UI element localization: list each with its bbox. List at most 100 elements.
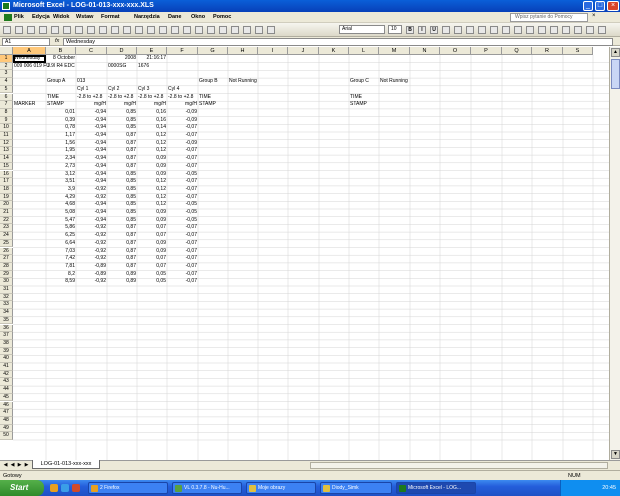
hyperlink-icon[interactable] [183,26,191,34]
column-header-R[interactable]: R [532,47,563,55]
cell-B23[interactable]: 5,86 [46,224,76,232]
cell-B24[interactable]: 6,25 [46,232,76,240]
name-box[interactable]: A1 [2,38,50,46]
align-right-icon[interactable] [466,26,474,34]
cell-F23[interactable]: -0,07 [167,224,198,232]
cell-D15[interactable]: 0,87 [107,163,137,171]
cell-B28[interactable]: 7,81 [46,263,76,271]
font-select[interactable]: Arial [339,25,385,34]
row-header-24[interactable]: 24 [0,232,13,240]
cell-E27[interactable]: 0,07 [137,255,167,263]
cell-E28[interactable]: 0,07 [137,263,167,271]
cell-E12[interactable]: 0,12 [137,140,167,148]
cell-D24[interactable]: 0,87 [107,232,137,240]
row-header-3[interactable]: 3 [0,70,13,79]
cell-E30[interactable]: 0,05 [137,278,167,286]
media-icon[interactable] [72,484,80,492]
cell-F10[interactable]: -0,07 [167,124,198,132]
row-header-38[interactable]: 38 [0,339,13,348]
cell-C18[interactable]: -0,92 [76,186,107,194]
row-header-42[interactable]: 42 [0,370,13,379]
cell-F24[interactable]: -0,07 [167,232,198,240]
scroll-thumb[interactable] [611,59,620,89]
cell-D6[interactable]: -2.8 to +2.8 [107,94,137,102]
row-header-4[interactable]: 4 [0,78,13,86]
research-icon[interactable] [99,26,107,34]
cell-F13[interactable]: -0,07 [167,147,198,155]
cell-E6[interactable]: -2.8 to +2.8 [137,94,167,102]
undo-icon[interactable] [159,26,167,34]
start-button[interactable]: Start [0,480,44,496]
cell-B16[interactable]: 3,12 [46,171,76,179]
close-button[interactable]: × [607,1,619,11]
cell-D7[interactable]: mg/H [107,101,137,109]
cell-M4[interactable]: Not Running [379,78,410,86]
cell-C24[interactable]: -0,92 [76,232,107,240]
italic-icon[interactable]: I [418,26,426,34]
row-header-47[interactable]: 47 [0,409,13,417]
cell-F12[interactable]: -0,09 [167,140,198,148]
row-header-25[interactable]: 25 [0,239,13,248]
row-header-41[interactable]: 41 [0,363,13,371]
cell-B8[interactable]: 0,01 [46,109,76,117]
cell-C11[interactable]: -0,94 [76,132,107,140]
row-header-5[interactable]: 5 [0,85,13,94]
taskbar-item-4[interactable]: Microsoft Excel - LOG... [396,482,476,494]
cell-F21[interactable]: -0,05 [167,209,198,217]
column-header-H[interactable]: H [228,47,258,55]
cell-B20[interactable]: 4,68 [46,201,76,209]
column-header-I[interactable]: I [258,47,288,55]
sort-asc-icon[interactable] [207,26,215,34]
row-header-2[interactable]: 2 [0,62,13,71]
cell-F20[interactable]: -0,05 [167,201,198,209]
preview-icon[interactable] [75,26,83,34]
row-header-19[interactable]: 19 [0,193,13,202]
column-header-Q[interactable]: Q [502,47,532,55]
cell-B18[interactable]: 3,9 [46,186,76,194]
column-header-D[interactable]: D [107,47,137,55]
row-header-8[interactable]: 8 [0,108,13,117]
menu-item-8[interactable]: Pomoc [213,14,231,20]
last-sheet-icon[interactable]: ▶ [23,462,30,469]
cell-C7[interactable]: mg/H [76,101,107,109]
select-all-corner[interactable] [0,47,13,55]
horizontal-scrollbar[interactable] [310,462,608,469]
cell-E16[interactable]: 0,09 [137,171,167,179]
cell-D20[interactable]: 0,85 [107,201,137,209]
cell-C28[interactable]: -0,89 [76,263,107,271]
row-header-29[interactable]: 29 [0,270,13,279]
currency-icon[interactable] [490,26,498,34]
cell-L4[interactable]: Group C [349,78,379,86]
cell-B30[interactable]: 8,59 [46,278,76,286]
cell-B12[interactable]: 1,56 [46,140,76,148]
column-header-C[interactable]: C [76,47,107,55]
cell-E23[interactable]: 0,07 [137,224,167,232]
cell-L6[interactable]: TIME [349,94,379,102]
maximize-button[interactable]: □ [595,1,605,11]
row-header-21[interactable]: 21 [0,209,13,217]
cell-D21[interactable]: 0,85 [107,209,137,217]
cell-C26[interactable]: -0,92 [76,248,107,256]
cell-E7[interactable]: mg/H [137,101,167,109]
row-header-16[interactable]: 16 [0,170,13,179]
cell-D10[interactable]: 0,85 [107,124,137,132]
cell-F28[interactable]: -0,07 [167,263,198,271]
column-header-F[interactable]: F [167,47,198,55]
cell-F11[interactable]: -0,07 [167,132,198,140]
row-header-26[interactable]: 26 [0,247,13,256]
redo-icon[interactable] [171,26,179,34]
cell-B2[interactable]: 1.9l R4 EDC [46,63,76,71]
cell-F8[interactable]: -0,09 [167,109,198,117]
cell-F29[interactable]: -0,07 [167,271,198,279]
fx-icon[interactable]: fx [55,38,59,44]
cell-E17[interactable]: 0,12 [137,178,167,186]
row-header-44[interactable]: 44 [0,386,13,394]
cell-G4[interactable]: Group B [198,78,228,86]
row-header-32[interactable]: 32 [0,293,13,302]
cell-F15[interactable]: -0,07 [167,163,198,171]
save-icon[interactable] [27,26,35,34]
cell-D2[interactable]: 0000SG [107,63,137,71]
indent-inc-icon[interactable] [562,26,570,34]
cell-F25[interactable]: -0,07 [167,240,198,248]
cell-E20[interactable]: 0,12 [137,201,167,209]
